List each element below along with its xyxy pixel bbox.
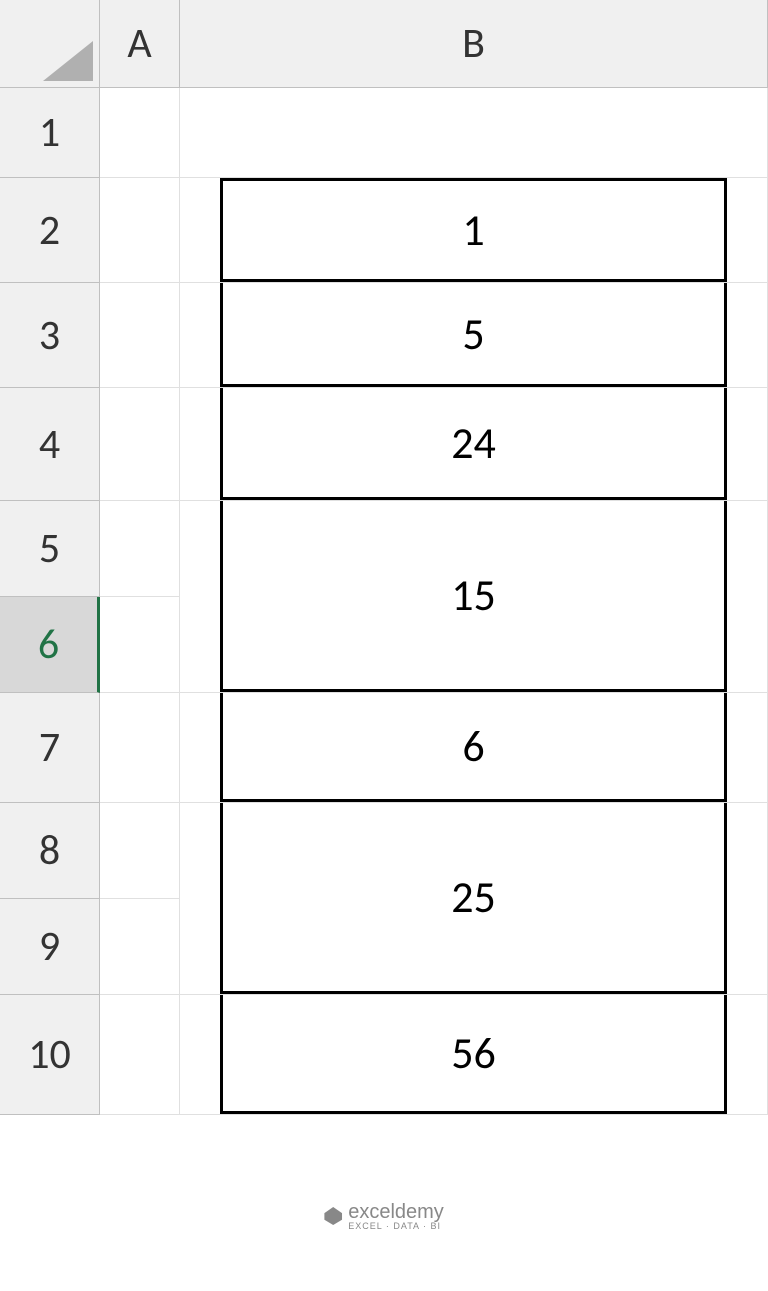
row-header-1[interactable]: 1 xyxy=(0,88,100,178)
cell-a10[interactable] xyxy=(100,995,180,1115)
cell-a6[interactable] xyxy=(100,597,180,693)
cell-value: 5 xyxy=(220,283,727,387)
cell-b7[interactable]: 6 xyxy=(180,693,768,803)
watermark-icon xyxy=(324,1207,342,1225)
cell-a2[interactable] xyxy=(100,178,180,283)
row-header-5[interactable]: 5 xyxy=(0,501,100,597)
cell-value: 24 xyxy=(220,388,727,500)
cell-a8[interactable] xyxy=(100,803,180,899)
cell-value: 56 xyxy=(220,995,727,1114)
row-header-4[interactable]: 4 xyxy=(0,388,100,501)
cell-b3[interactable]: 5 xyxy=(180,283,768,388)
row-header-9[interactable]: 9 xyxy=(0,899,100,995)
cell-b10[interactable]: 56 xyxy=(180,995,768,1115)
row-header-2[interactable]: 2 xyxy=(0,178,100,283)
cell-a4[interactable] xyxy=(100,388,180,501)
cell-b8-b9-merged[interactable]: 25 xyxy=(180,803,768,995)
cell-a9[interactable] xyxy=(100,899,180,995)
cell-value: 6 xyxy=(220,693,727,802)
watermark-tagline: EXCEL · DATA · BI xyxy=(348,1221,444,1231)
row-header-3[interactable]: 3 xyxy=(0,283,100,388)
row-header-8[interactable]: 8 xyxy=(0,803,100,899)
row-header-7[interactable]: 7 xyxy=(0,693,100,803)
cell-a7[interactable] xyxy=(100,693,180,803)
cell-b4[interactable]: 24 xyxy=(180,388,768,501)
watermark: exceldemy EXCEL · DATA · BI xyxy=(324,1201,444,1231)
watermark-name: exceldemy xyxy=(348,1201,444,1223)
cell-a3[interactable] xyxy=(100,283,180,388)
cell-value: 15 xyxy=(220,501,727,692)
cell-value: 1 xyxy=(220,178,727,282)
cell-a5[interactable] xyxy=(100,501,180,597)
column-header-b[interactable]: B xyxy=(180,0,768,88)
select-all-corner[interactable] xyxy=(0,0,100,88)
row-header-10[interactable]: 10 xyxy=(0,995,100,1115)
cell-b2[interactable]: 1 xyxy=(180,178,768,283)
spreadsheet-grid: A B 1 2 1 3 5 4 24 5 15 6 7 6 8 25 9 10 xyxy=(0,0,768,1115)
cell-a1[interactable] xyxy=(100,88,180,178)
cell-value: 25 xyxy=(220,803,727,994)
cell-b1[interactable] xyxy=(180,88,768,178)
cell-b5-b6-merged[interactable]: 15 xyxy=(180,501,768,693)
row-header-6[interactable]: 6 xyxy=(0,597,100,693)
column-header-a[interactable]: A xyxy=(100,0,180,88)
